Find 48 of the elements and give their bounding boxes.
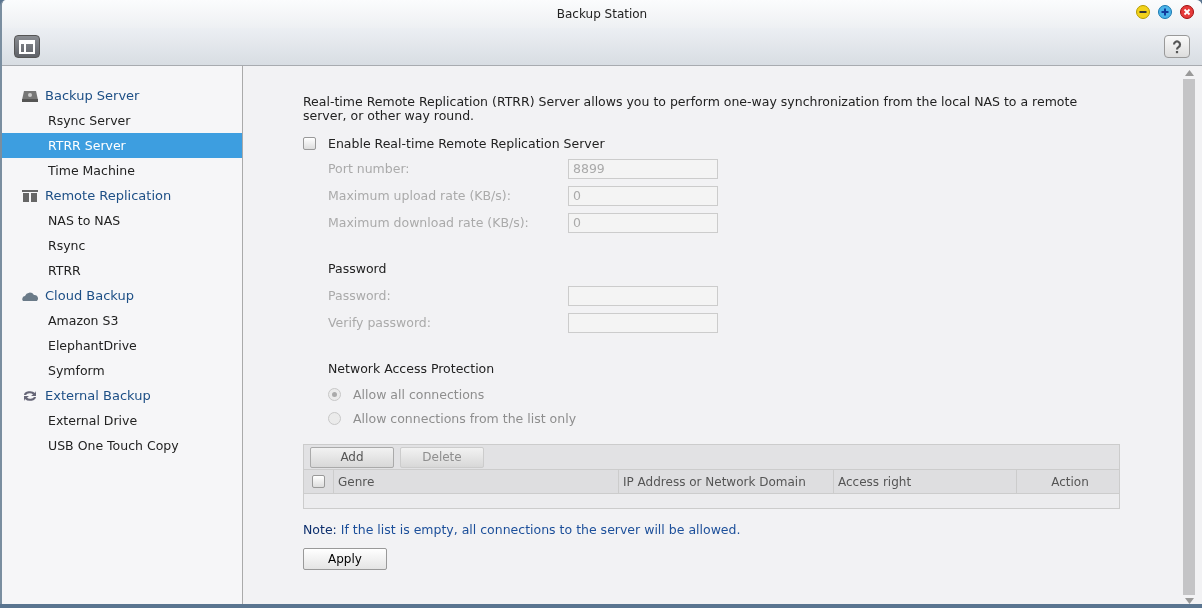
radio-label: Allow all connections [353, 386, 485, 402]
sidebar-item[interactable]: USB One Touch Copy [2, 433, 242, 458]
apply-button[interactable]: Apply [303, 548, 387, 570]
sidebar-item[interactable]: Amazon S3 [2, 308, 242, 333]
sidebar-group-label[interactable]: External Backup [45, 388, 151, 403]
close-icon[interactable] [1180, 5, 1194, 19]
sync-icon [21, 388, 39, 403]
section-title: Network Access Protection [328, 361, 496, 376]
sidebar-group-label[interactable]: Cloud Backup [45, 288, 134, 303]
column-header[interactable]: IP Address or Network Domain [619, 470, 834, 493]
field-label: Maximum download rate (KB/s): [328, 215, 530, 230]
note-text: Note: If the list is empty, all connections to the server will be allowed. [303, 522, 742, 537]
column-header[interactable]: Genre [334, 470, 619, 493]
scrollbar-thumb[interactable] [1183, 79, 1195, 595]
toolbar-button[interactable]: Add [310, 446, 394, 468]
panel-layout-icon [19, 39, 35, 54]
column-header[interactable]: Access right [834, 470, 1017, 493]
description-text: Real-time Remote Replication (RTRR) Server allows you to perform one-way synchronization from the local NAS to a remote server, or other way round. [303, 95, 1079, 123]
sidebar-group-label[interactable]: Backup Server [45, 88, 140, 103]
sidebar-item[interactable]: NAS to NAS [2, 208, 242, 233]
window-title: Backup Station [556, 7, 648, 21]
help-icon[interactable] [1164, 35, 1190, 58]
drive-icon [21, 88, 39, 103]
checkbox[interactable] [303, 137, 316, 150]
sidebar-item[interactable]: ElephantDrive [2, 333, 242, 358]
field-label: Port number: [328, 161, 411, 176]
section-title: Password [328, 261, 388, 276]
scrollbar[interactable] [1182, 70, 1196, 604]
radio-label: Allow connections from the list only [353, 410, 577, 426]
sidebar-item[interactable]: Rsync Server [2, 108, 242, 133]
scroll-down-icon[interactable] [1184, 598, 1194, 604]
sidebar-group-label[interactable]: Remote Replication [45, 188, 172, 203]
select-all-checkbox[interactable] [312, 475, 325, 488]
column-header[interactable]: Action [1017, 470, 1119, 493]
field-label: Password: [328, 288, 392, 303]
sidebar-item[interactable]: External Drive [2, 408, 242, 433]
sidebar-item[interactable]: Symform [2, 358, 242, 383]
field-label: Maximum upload rate (KB/s): [328, 188, 512, 203]
sidebar-item[interactable]: Time Machine [2, 158, 242, 183]
sidebar-item[interactable]: Rsync [2, 233, 242, 258]
sidebar-item[interactable]: RTRR [2, 258, 242, 283]
minimize-icon[interactable] [1136, 5, 1150, 19]
field-label: Verify password: [328, 315, 432, 330]
servers-icon [21, 188, 39, 203]
scroll-up-icon[interactable] [1184, 70, 1194, 76]
checkbox-label: Enable Real-time Remote Replication Server [328, 136, 605, 151]
sidebar-toggle-button[interactable] [14, 35, 40, 58]
maximize-icon[interactable] [1158, 5, 1172, 19]
